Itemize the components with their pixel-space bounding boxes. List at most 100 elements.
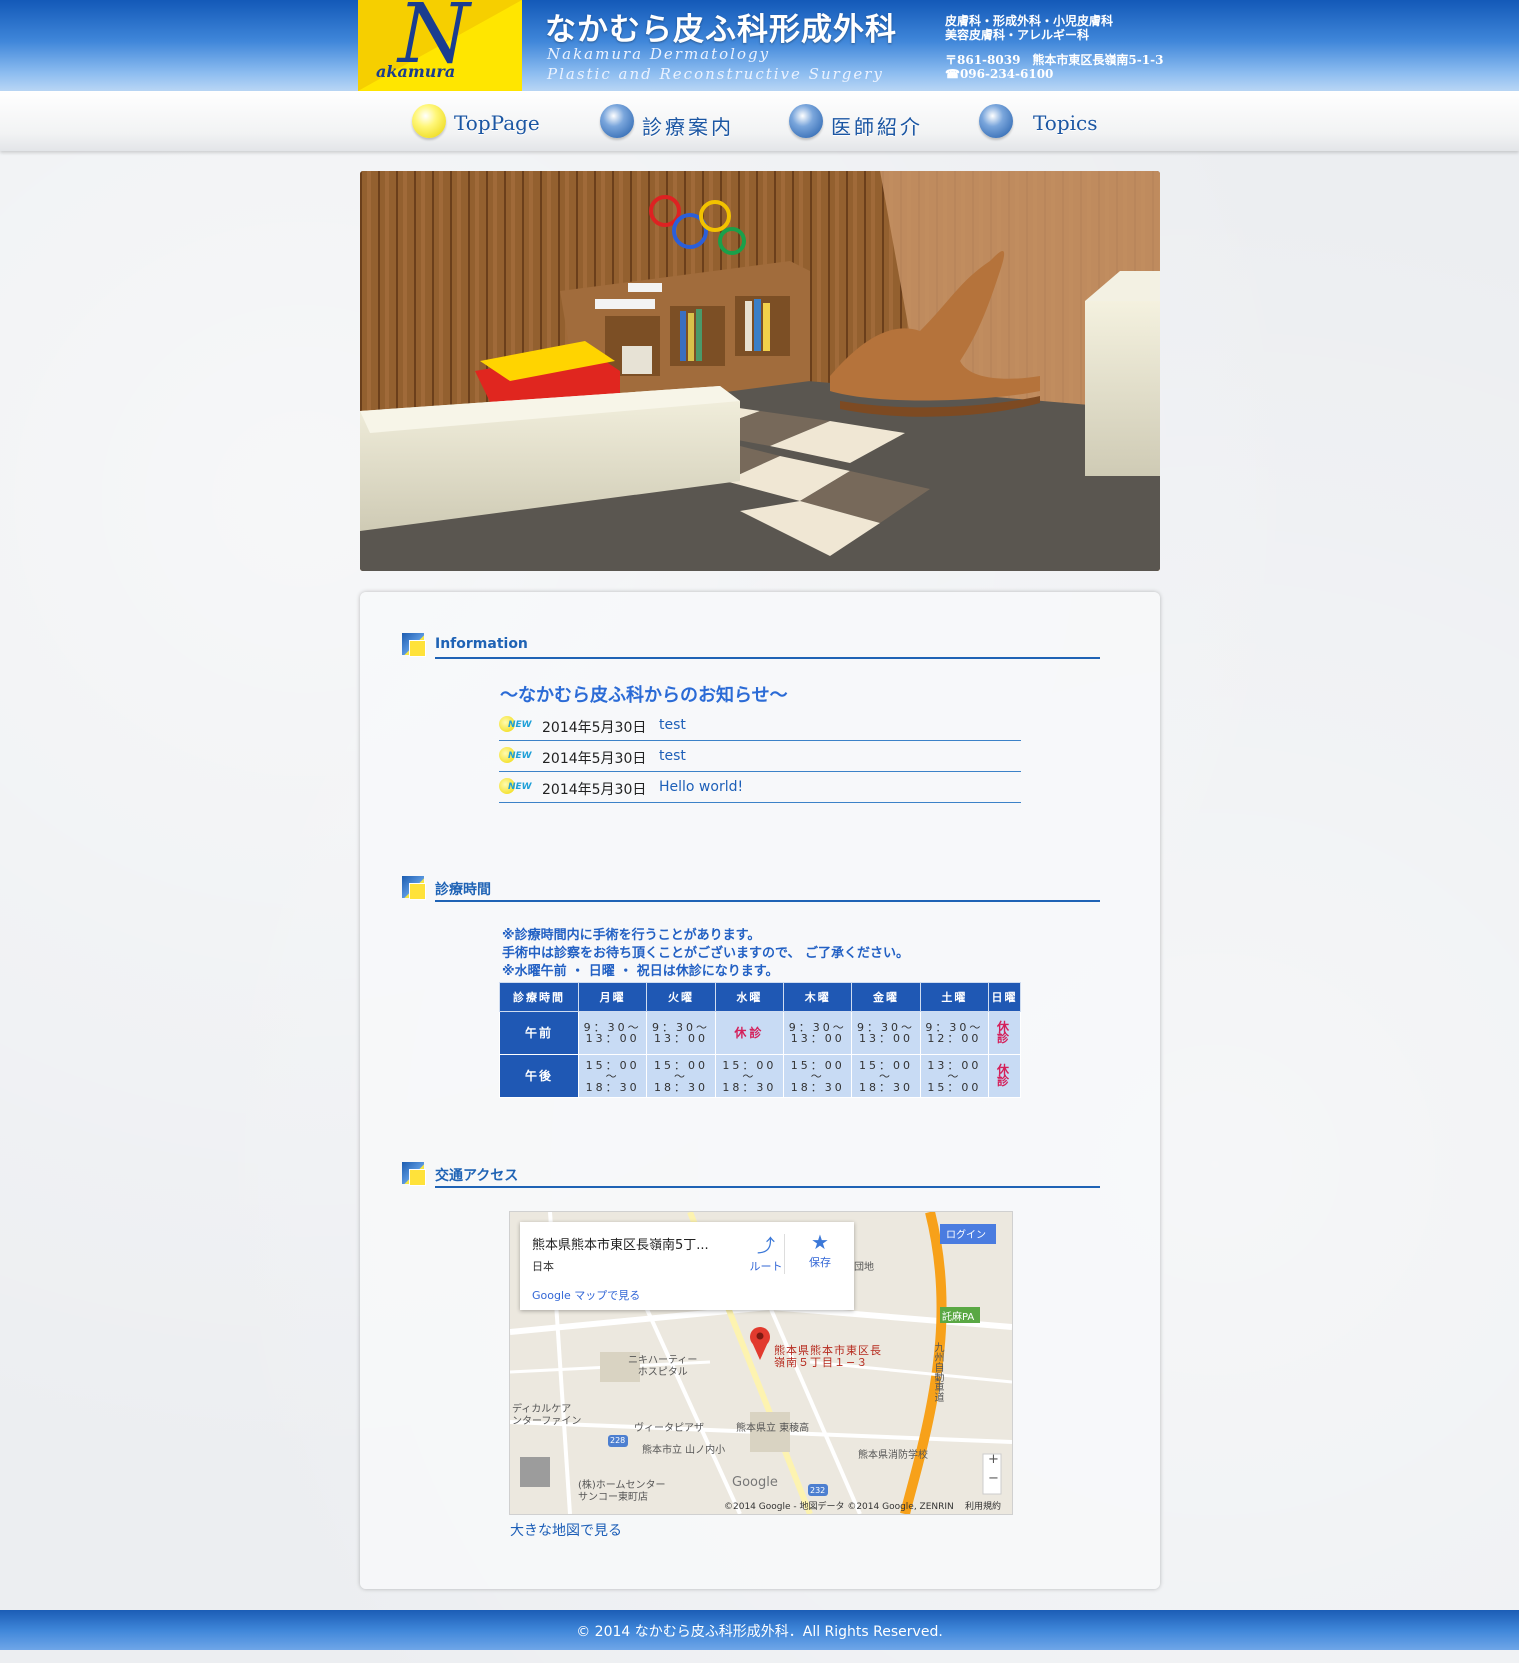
hours-cell-closed: 休診	[988, 1054, 1021, 1098]
hours-note-3: ※水曜午前 ・ 日曜 ・ 祝日は休診になります。	[502, 964, 779, 979]
save-label: 保存	[809, 1256, 831, 1269]
hours-cell: 9：30～ 13：00	[646, 1011, 716, 1055]
place-label: (株)ホームセンター	[578, 1480, 666, 1491]
new-badge-label: NEW	[508, 782, 532, 792]
place-label: サンコー東町店	[578, 1492, 648, 1503]
map-attribution: ©2014 Google - 地図データ ©2014 Google, ZENRI…	[724, 1502, 954, 1512]
phone-number: ☎096-234-6100	[945, 67, 1054, 81]
news-item[interactable]: NEW 2014年5月30日 test	[499, 740, 1021, 772]
map-place-label: ヴィータピアザ	[634, 1423, 704, 1434]
zoom-out-button[interactable]: −	[988, 1471, 999, 1486]
hours-note-1: ※診療時間内に手術を行うことがあります。	[502, 928, 761, 943]
route-label: ルート	[749, 1260, 783, 1273]
site-logo[interactable]: N akamura	[358, 0, 522, 91]
nav-item-toppage[interactable]: TopPage	[412, 91, 562, 151]
zoom-in-button[interactable]: +	[988, 1452, 999, 1467]
departments-line-2: 美容皮膚科・アレルギー科	[945, 28, 1090, 42]
map-card-title: 熊本県熊本市東区長嶺南5丁...	[532, 1238, 709, 1253]
news-item[interactable]: NEW 2014年5月30日 test	[499, 709, 1021, 741]
news-title-link[interactable]: test	[659, 717, 686, 733]
hours-table: 診療時間 月曜 火曜 水曜 木曜 金曜 土曜 日曜 午前 9：30～ 13：00 …	[499, 982, 1021, 1098]
nav-ball-icon	[789, 104, 823, 138]
map-pin-label: 熊本県熊本市東区長 嶺南５丁目１−３	[774, 1345, 882, 1369]
place-label: ニキハーティー	[628, 1355, 698, 1366]
embedded-map[interactable]: 熊本県熊本市東区長嶺南5丁... 日本 Google マップで見る ⤴ ルート …	[509, 1211, 1013, 1515]
hours-row-afternoon: 午後 15：00～ 18：30 15：00～ 18：30 15：00～ 18：30 1…	[499, 1054, 1021, 1098]
route-number: 228	[610, 1436, 626, 1445]
map-save-button[interactable]: ★ 保存	[800, 1230, 840, 1270]
site-header: N akamura なかむら皮ふ科形成外科 Nakamura Dermatolo…	[0, 0, 1519, 91]
logo-word: akamura	[376, 62, 456, 81]
nav-item-topics[interactable]: Topics	[979, 91, 1129, 151]
copyright: © 2014 なかむら皮ふ科形成外科．All Rights Reserved.	[576, 1624, 943, 1640]
section-mark-icon	[402, 876, 426, 900]
map-place-label: 熊本県消防学校	[858, 1450, 928, 1461]
subtitle-line-2: Plastic and Reconstructive Surgery	[547, 65, 884, 83]
subtitle-line-1: Nakamura Dermatology	[547, 45, 771, 63]
hours-cell: 13：00～ 15：00	[919, 1054, 990, 1098]
hours-row-label: 午後	[499, 1054, 579, 1098]
section-mark-icon	[402, 1162, 426, 1186]
site-footer: © 2014 なかむら皮ふ科形成外科．All Rights Reserved.	[0, 1610, 1519, 1650]
news-item[interactable]: NEW 2014年5月30日 Hello world!	[499, 771, 1021, 803]
hours-cell: 9：30～ 13：00	[577, 1011, 648, 1055]
map-place-label: 団地	[854, 1262, 874, 1273]
kids-corner-illustration	[360, 171, 1160, 571]
hours-header-cell: 水曜	[714, 982, 785, 1012]
nav-item-label: TopPage	[454, 111, 540, 135]
hours-section-header: 診療時間	[402, 876, 1102, 906]
nav-item-doctor[interactable]: 医師紹介	[789, 91, 939, 151]
postal-address: 〒861-8039 熊本市東区長嶺南5-1-3	[945, 53, 1164, 67]
nav-item-label: 医師紹介	[831, 115, 923, 139]
route-number: 232	[810, 1486, 826, 1495]
header-contact: 皮膚科・形成外科・小児皮膚科 美容皮膚科・アレルギー科 〒861-8039 熊本…	[945, 14, 1163, 81]
hours-cell: 15：00～ 18：30	[577, 1054, 648, 1098]
place-label: ディカルケア	[512, 1404, 572, 1415]
access-section-header: 交通アクセス	[402, 1162, 1102, 1192]
map-place-label: (株)ホームセンター サンコー東町店	[578, 1480, 666, 1504]
big-map-link[interactable]: 大きな地図で見る	[510, 1520, 622, 1540]
hours-header-cell: 木曜	[783, 982, 853, 1012]
new-badge-label: NEW	[508, 720, 532, 730]
hours-header-cell: 火曜	[646, 982, 716, 1012]
section-divider	[435, 1186, 1100, 1188]
information-title: ～なかむら皮ふ科からのお知らせ～	[500, 685, 788, 706]
hours-header-cell: 月曜	[577, 982, 648, 1012]
nav-item-services[interactable]: 診療案内	[600, 91, 750, 151]
star-icon: ★	[811, 1230, 829, 1254]
content-panel: Information ～なかむら皮ふ科からのお知らせ～ NEW 2014年5月…	[360, 592, 1160, 1589]
nav-item-label: 診療案内	[642, 115, 734, 139]
hours-row-label: 午前	[499, 1011, 579, 1055]
site-title: なかむら皮ふ科形成外科	[545, 12, 897, 48]
nav-ball-icon	[600, 104, 634, 138]
hours-cell: 9：30～ 12：00	[919, 1011, 990, 1055]
map-login-button[interactable]: ログイン	[946, 1226, 986, 1241]
google-logo: Google	[732, 1475, 778, 1490]
section-title: 診療時間	[435, 882, 491, 898]
hours-cell: 15：00～ 18：30	[783, 1054, 853, 1098]
hours-header-cell: 診療時間	[499, 982, 579, 1012]
map-road-label: 九州自動車道	[932, 1342, 943, 1402]
hours-header-cell: 金曜	[851, 982, 921, 1012]
section-title: Information	[435, 636, 528, 652]
hours-row-morning: 午前 9：30～ 13：00 9：30～ 13：00 休診 9：30～ 13：00 9…	[499, 1011, 1021, 1055]
hours-header-cell: 日曜	[988, 982, 1021, 1012]
new-badge-label: NEW	[508, 751, 532, 761]
site-subtitle: Nakamura Dermatology Plastic and Reconst…	[547, 44, 884, 84]
hours-cell-closed: 休診	[714, 1011, 785, 1055]
hours-cell: 9：30～ 13：00	[851, 1011, 921, 1055]
news-date: 2014年5月30日	[542, 751, 647, 767]
news-date: 2014年5月30日	[542, 720, 647, 736]
hours-notes: ※診療時間内に手術を行うことがあります。 手術中は診察をお待ち頂くことがございま…	[502, 927, 909, 981]
map-card-country: 日本	[532, 1260, 554, 1273]
map-terms-link[interactable]: 利用規約	[965, 1499, 1001, 1512]
map-open-link[interactable]: Google マップで見る	[532, 1287, 640, 1303]
place-label: ンターファイン	[512, 1416, 582, 1427]
news-title-link[interactable]: test	[659, 748, 686, 764]
map-place-label: ディカルケア ンターファイン	[512, 1404, 581, 1428]
hours-cell: 15：00～ 18：30	[714, 1054, 785, 1098]
news-date: 2014年5月30日	[542, 782, 647, 798]
news-title-link[interactable]: Hello world!	[659, 779, 743, 795]
map-route-button[interactable]: ⤴ ルート	[746, 1232, 786, 1274]
hero-photo	[360, 171, 1160, 571]
